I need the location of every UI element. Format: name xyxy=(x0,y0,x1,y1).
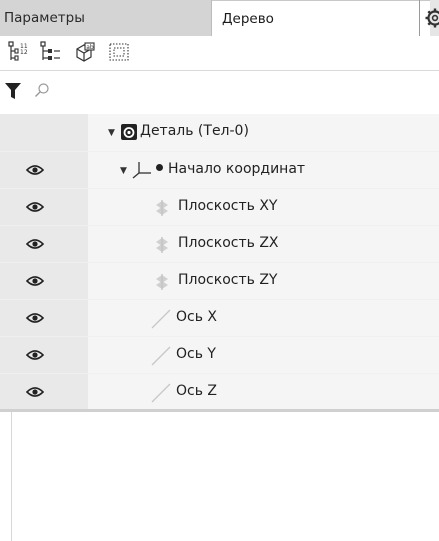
axis-icon xyxy=(151,346,171,366)
tree-hierarchy-icon[interactable] xyxy=(40,41,62,63)
plane-icon xyxy=(156,274,168,290)
axis-icon xyxy=(151,309,171,329)
tree-node-label: Плоскость ZX xyxy=(178,235,279,251)
tree-structure-icon[interactable]: 11 12 xyxy=(8,41,30,63)
svg-text:ab: ab xyxy=(86,44,94,51)
axis-icon xyxy=(151,383,171,403)
selection-frame-icon[interactable] xyxy=(108,41,130,63)
tab-parameters[interactable]: Параметры xyxy=(0,0,212,36)
eye-icon[interactable] xyxy=(26,311,44,325)
expand-caret[interactable]: ▼ xyxy=(108,128,115,138)
eye-icon[interactable] xyxy=(26,274,44,288)
eye-icon[interactable] xyxy=(26,163,44,177)
origin-label: Начало координат xyxy=(168,161,306,177)
svg-text:12: 12 xyxy=(20,49,28,56)
origin-dot-icon xyxy=(156,164,163,171)
eye-icon[interactable] xyxy=(26,237,44,251)
tree-row-part[interactable]: ▼ Деталь (Тел-0) xyxy=(0,114,439,151)
tree-node-label: Плоскость XY xyxy=(178,198,278,214)
component-icon[interactable]: ab xyxy=(74,41,96,63)
empty-area xyxy=(0,412,439,541)
eye-icon[interactable] xyxy=(26,385,44,399)
part-icon xyxy=(121,124,137,140)
filter-icon[interactable] xyxy=(4,82,22,100)
tree-node-label: Ось Z xyxy=(176,383,218,399)
gear-icon[interactable] xyxy=(424,7,439,29)
tree-node-label: Ось X xyxy=(176,309,218,325)
search-input[interactable] xyxy=(56,81,430,103)
panel-left-border xyxy=(11,412,12,541)
tree-row-axis-y[interactable]: Ось Y xyxy=(0,336,439,373)
visibility-cell xyxy=(0,114,88,151)
tab-divider xyxy=(419,0,420,36)
tree-node-label: Плоскость ZY xyxy=(178,272,278,288)
toolbar: 11 12 ab xyxy=(0,36,439,71)
tree-panel: Параметры Дерево 11 12 ab ▼ Деталь (Тел-… xyxy=(0,0,439,541)
origin-icon xyxy=(132,162,151,179)
model-tree: ▼ Деталь (Тел-0) ▼ Начало координат Плос… xyxy=(0,114,439,410)
tree-row-axis-x[interactable]: Ось X xyxy=(0,299,439,336)
eye-icon[interactable] xyxy=(26,348,44,362)
tree-node-label: Ось Y xyxy=(176,346,216,362)
tree-row-axis-z[interactable]: Ось Z xyxy=(0,373,439,410)
tree-node-label: Начало координат xyxy=(156,161,305,177)
tab-bar: Параметры Дерево xyxy=(0,0,439,36)
tree-node-label: Деталь (Тел-0) xyxy=(140,123,249,139)
eye-icon[interactable] xyxy=(26,200,44,214)
tree-row-plane-zx[interactable]: Плоскость ZX xyxy=(0,225,439,262)
tab-tree[interactable]: Дерево xyxy=(212,0,430,36)
search-icon[interactable] xyxy=(34,82,50,98)
tree-row-plane-xy[interactable]: Плоскость XY xyxy=(0,188,439,225)
plane-icon xyxy=(156,200,168,216)
tree-row-plane-zy[interactable]: Плоскость ZY xyxy=(0,262,439,299)
expand-caret[interactable]: ▼ xyxy=(120,166,127,176)
tree-row-origin[interactable]: ▼ Начало координат xyxy=(0,151,439,188)
filter-bar xyxy=(0,76,439,106)
plane-icon xyxy=(156,237,168,253)
